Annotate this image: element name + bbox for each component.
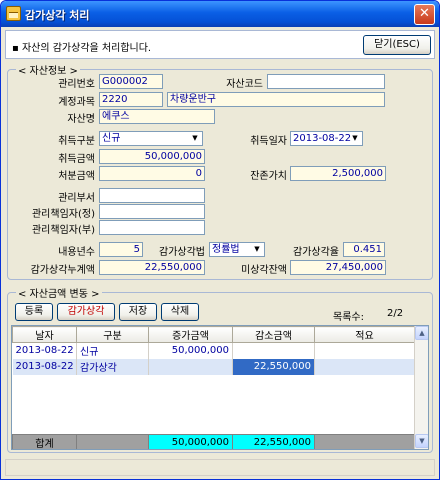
col-increase[interactable]: 증가금액 (148, 326, 233, 343)
account-name-field[interactable]: 차량운반구 (167, 92, 385, 107)
title-bar[interactable]: 감가상각 처리 ✕ (1, 1, 439, 27)
col-decrease[interactable]: 감소금액 (232, 326, 315, 343)
cell-type[interactable]: 감가상각 (76, 358, 149, 375)
dept-field[interactable] (99, 188, 205, 203)
cell-increase[interactable]: 50,000,000 (148, 342, 233, 359)
save-button[interactable]: 저장 (119, 303, 157, 321)
totals-table: 합계 50,000,000 22,550,000 (12, 434, 415, 449)
cell-type[interactable]: 신규 (76, 342, 149, 359)
method-select[interactable]: 정률법 ▼ (209, 242, 265, 257)
asset-name-label: 자산명 (67, 114, 95, 125)
changes-legend: < 자산금액 변동 > (18, 289, 100, 300)
acq-type-select[interactable]: 신규 ▼ (99, 131, 203, 146)
residual-label: 잔존가치 (250, 171, 287, 182)
total-increase: 50,000,000 (148, 434, 233, 449)
mgr-main-label: 관리책임자(정) (31, 209, 95, 220)
mgmt-no-field[interactable]: G000002 (99, 74, 163, 89)
acq-date-value: 2013-08-22 (293, 133, 352, 144)
app-icon (6, 6, 21, 21)
residual-field[interactable]: 2,500,000 (290, 166, 386, 181)
chevron-down-icon: ▼ (352, 134, 358, 142)
changes-grid[interactable]: 날자 구분 증가금액 감소금액 적요 2013-08-22 신규 50,000,… (11, 325, 429, 450)
col-date[interactable]: 날자 (12, 326, 77, 343)
header-message: ▪ 자산의 감가상각을 처리합니다. (12, 43, 152, 54)
total-decrease: 22,550,000 (232, 434, 315, 449)
register-button[interactable]: 등록 (15, 303, 53, 321)
rate-label: 감가상각율 (293, 247, 339, 258)
totals-row: 합계 50,000,000 22,550,000 (12, 434, 415, 449)
mgr-main-field[interactable] (99, 204, 205, 219)
total-label: 합계 (12, 434, 77, 449)
window-close-button[interactable]: ✕ (414, 4, 435, 25)
scroll-up-icon[interactable]: ▲ (415, 326, 428, 340)
acq-date-picker[interactable]: 2013-08-22 ▼ (290, 131, 363, 146)
asset-name-field[interactable]: 에쿠스 (99, 109, 215, 124)
close-icon: ✕ (419, 6, 430, 21)
disposal-label: 처분금액 (58, 171, 95, 182)
life-field[interactable]: 5 (99, 242, 143, 257)
chevron-down-icon: ▼ (192, 134, 198, 142)
window-title: 감가상각 처리 (25, 9, 90, 22)
list-count: 2/2 (387, 308, 404, 319)
dept-label: 관리부서 (58, 193, 95, 204)
asset-code-field[interactable] (267, 74, 385, 89)
mgr-sub-field[interactable] (99, 220, 205, 235)
header-panel: ▪ 자산의 감가상각을 처리합니다. 닫기(ESC) (5, 30, 435, 59)
undep-field[interactable]: 27,450,000 (290, 260, 386, 275)
cell-date[interactable]: 2013-08-22 (12, 358, 77, 375)
account-code-field[interactable]: 2220 (99, 92, 163, 107)
cell-date[interactable]: 2013-08-22 (12, 342, 77, 359)
col-type[interactable]: 구분 (76, 326, 149, 343)
account-label: 계정과목 (58, 97, 95, 108)
cell-increase[interactable] (148, 358, 233, 375)
total-memo-cell (314, 434, 415, 449)
life-label: 내용년수 (58, 247, 95, 258)
cell-memo[interactable] (314, 342, 415, 359)
mgr-sub-label: 관리책임자(부) (31, 225, 95, 236)
table-row[interactable]: 2013-08-22 신규 50,000,000 (12, 342, 415, 359)
mgmt-no-label: 관리번호 (58, 79, 95, 90)
method-label: 감가상각법 (159, 247, 205, 258)
accum-field[interactable]: 22,550,000 (99, 260, 205, 275)
changes-table: 날자 구분 증가금액 감소금액 적요 2013-08-22 신규 50,000,… (12, 326, 415, 375)
acq-type-label: 취득구분 (58, 136, 95, 147)
method-value: 정률법 (212, 244, 240, 255)
close-esc-button[interactable]: 닫기(ESC) (363, 35, 431, 55)
status-bar (5, 459, 435, 476)
cell-memo[interactable] (314, 358, 415, 375)
acq-amount-label: 취득금액 (58, 154, 95, 165)
acq-type-value: 신규 (102, 133, 121, 144)
delete-button[interactable]: 삭제 (161, 303, 199, 321)
rate-field[interactable]: 0.451 (343, 242, 385, 257)
col-memo[interactable]: 적요 (314, 326, 415, 343)
cell-decrease[interactable]: 22,550,000 (232, 358, 315, 375)
cell-decrease[interactable] (232, 342, 315, 359)
disposal-field[interactable]: 0 (99, 166, 205, 181)
list-count-label: 목록수: (333, 312, 364, 323)
accum-label: 감가상각누계액 (30, 265, 95, 276)
scroll-down-icon[interactable]: ▼ (415, 434, 428, 448)
vertical-scrollbar[interactable]: ▲ ▼ (414, 326, 428, 449)
window: 감가상각 처리 ✕ ▪ 자산의 감가상각을 처리합니다. 닫기(ESC) < 자… (0, 0, 440, 480)
depreciate-button[interactable]: 감가상각 (57, 303, 115, 321)
acq-date-label: 취득일자 (250, 136, 287, 147)
asset-code-label: 자산코드 (226, 79, 263, 90)
acq-amount-field[interactable]: 50,000,000 (99, 149, 205, 164)
chevron-down-icon: ▼ (254, 245, 260, 253)
undep-label: 미상각잔액 (241, 265, 287, 276)
total-type-cell (76, 434, 149, 449)
table-row[interactable]: 2013-08-22 감가상각 22,550,000 (12, 358, 415, 375)
